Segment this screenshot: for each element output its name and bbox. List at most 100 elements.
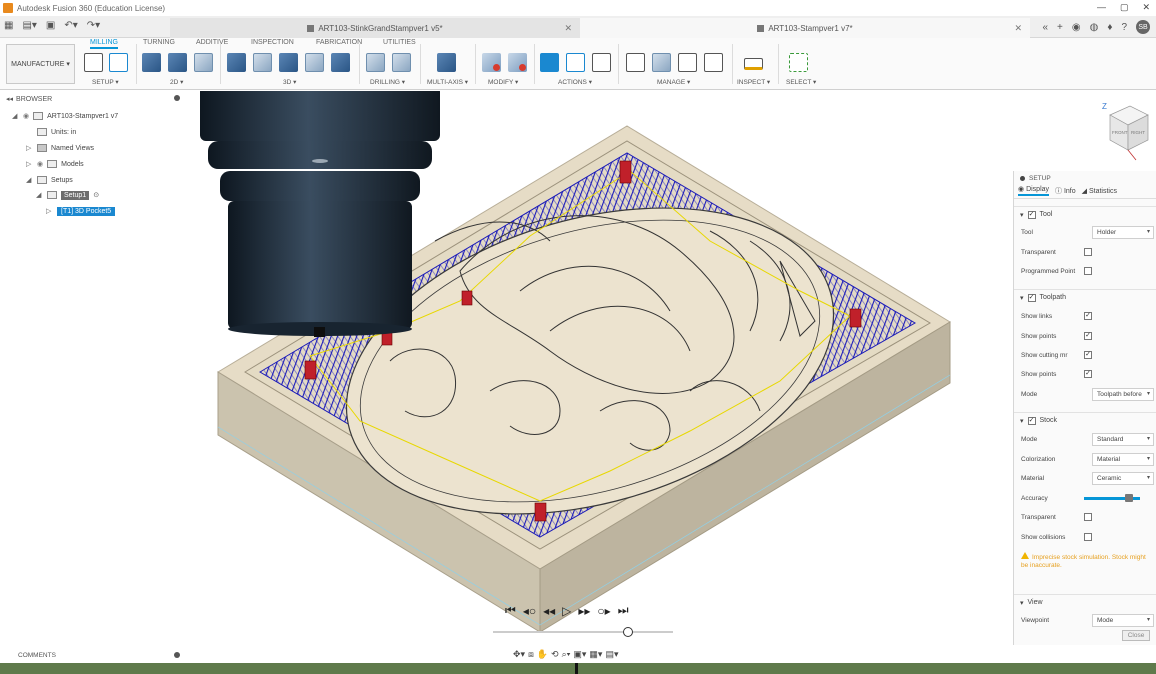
tree-setup1[interactable]: ◢ Setup1 ⊙ <box>36 188 99 202</box>
tab-additive[interactable]: ADDITIVE <box>196 39 228 46</box>
next-operation-icon[interactable]: ○▸ <box>597 604 610 618</box>
3d-pocket-icon[interactable] <box>253 53 272 72</box>
minimize-button[interactable]: — <box>1097 2 1106 13</box>
modify-toolpath-icon[interactable] <box>482 53 501 72</box>
tab-turning[interactable]: TURNING <box>143 39 175 46</box>
multi-axis-group-label[interactable]: MULTI-AXIS ▾ <box>427 78 468 86</box>
visibility-eye-icon[interactable]: ◉ <box>37 160 43 168</box>
tree-units[interactable]: Units: in <box>26 125 76 139</box>
tab-close-icon[interactable]: ✕ <box>1014 23 1022 34</box>
hole-recognition-icon[interactable] <box>392 53 411 72</box>
setup-sheet-action-icon[interactable] <box>592 53 611 72</box>
parallel-icon[interactable] <box>305 53 324 72</box>
look-at-icon[interactable]: ⧈ <box>528 649 534 660</box>
tool-section-checkbox[interactable]: ✓ <box>1027 210 1036 219</box>
steep-shallow-icon[interactable] <box>279 53 298 72</box>
collapse-icon[interactable]: ▾ <box>1020 294 1024 302</box>
scallop-icon[interactable] <box>331 53 350 72</box>
help-icon[interactable]: ? <box>1121 22 1127 33</box>
tree-setups[interactable]: ◢ Setups <box>26 173 73 187</box>
viewcube[interactable]: Z FRONT RIGHT <box>1100 100 1152 162</box>
save-icon[interactable]: ▣ <box>46 20 55 31</box>
redo-icon[interactable]: ↷▾ <box>87 20 100 31</box>
accuracy-slider-thumb[interactable] <box>1124 494 1133 502</box>
setup-sheet-icon[interactable] <box>109 53 128 72</box>
comments-bar[interactable]: COMMENTS <box>0 648 188 662</box>
setup-group-label[interactable]: SETUP ▾ <box>92 78 119 86</box>
stock-section-checkbox[interactable]: ✓ <box>1027 416 1036 425</box>
tab-overflow-icon[interactable]: « <box>1042 22 1048 33</box>
tab-utilities[interactable]: UTILITIES <box>383 39 416 46</box>
machine-library-icon[interactable] <box>652 53 671 72</box>
drilling-group-label[interactable]: DRILLING ▾ <box>370 78 405 86</box>
modify-group-label[interactable]: MODIFY ▾ <box>488 78 518 86</box>
job-status-icon[interactable]: ◍ <box>1090 22 1099 33</box>
tree-models[interactable]: ▷ ◉ Models <box>26 157 84 171</box>
fit-icon[interactable]: ⌕▾ <box>562 649 571 660</box>
expander-icon[interactable]: ◢ <box>26 176 33 184</box>
show-collisions-checkbox[interactable] <box>1084 533 1092 541</box>
actions-group-label[interactable]: ACTIONS ▾ <box>558 78 592 86</box>
expander-icon[interactable]: ◢ <box>12 112 19 120</box>
expander-icon[interactable]: ▷ <box>26 160 33 168</box>
colorization-select[interactable]: Material <box>1092 453 1154 466</box>
collapse-browser-icon[interactable]: ◂◂ <box>6 95 13 103</box>
tool-section-header[interactable]: ▾ ✓ Tool <box>1014 206 1156 222</box>
simulate-icon[interactable] <box>540 53 559 72</box>
template-library-icon[interactable] <box>678 53 697 72</box>
orbit-icon[interactable]: ✥▾ <box>513 649 525 660</box>
2d-adaptive-icon[interactable] <box>142 53 161 72</box>
3d-adaptive-icon[interactable] <box>227 53 246 72</box>
inspect-group-label[interactable]: INSPECT ▾ <box>737 78 770 86</box>
show-links-checkbox[interactable]: ✓ <box>1084 312 1092 320</box>
close-window-button[interactable]: ✕ <box>1142 2 1150 13</box>
simulation-scene[interactable] <box>190 91 1015 663</box>
tab-fabrication[interactable]: FABRICATION <box>316 39 362 46</box>
view-section-header[interactable]: ▾ View <box>1014 594 1156 610</box>
timeline-scrubber[interactable] <box>623 627 633 637</box>
post-process-icon[interactable] <box>566 53 585 72</box>
play-icon[interactable]: ▷ <box>562 604 571 618</box>
grid-settings-icon[interactable]: ▦▾ <box>589 649 602 660</box>
simulation-timeline[interactable] <box>493 631 673 633</box>
post-library-icon[interactable] <box>704 53 723 72</box>
rewind-icon[interactable]: ◂◂ <box>543 604 555 618</box>
viewpoint-select[interactable]: Mode <box>1092 614 1154 627</box>
go-to-start-icon[interactable]: ⏮ <box>505 603 516 618</box>
pan-icon[interactable]: ✋ <box>537 649 548 660</box>
tool-display-select[interactable]: Holder <box>1092 226 1154 239</box>
tree-named-views[interactable]: ▷ Named Views <box>26 141 94 155</box>
manage-group-label[interactable]: MANAGE ▾ <box>657 78 690 86</box>
display-settings-icon[interactable]: ▣▾ <box>573 649 586 660</box>
stock-section-header[interactable]: ▾ ✓ Stock <box>1014 412 1156 428</box>
expander-icon[interactable]: ◢ <box>36 191 43 199</box>
stock-transparent-checkbox[interactable] <box>1084 513 1092 521</box>
collapse-icon[interactable]: ▾ <box>1020 599 1024 607</box>
close-button[interactable]: Close <box>1122 630 1150 641</box>
tab-art103-stamp[interactable]: ART103-Stampver1 v7* ✕ <box>580 18 1030 38</box>
online-status-icon[interactable]: ◉ <box>1072 22 1081 33</box>
new-tab-icon[interactable]: + <box>1057 22 1063 33</box>
toolpath-section-checkbox[interactable]: ✓ <box>1027 293 1036 302</box>
collapse-icon[interactable]: ▾ <box>1020 211 1024 219</box>
go-to-end-icon[interactable]: ⏭ <box>618 603 629 618</box>
show-cutting-checkbox[interactable]: ✓ <box>1084 351 1092 359</box>
data-panel-grid-icon[interactable]: ▦ <box>4 20 13 31</box>
fast-forward-icon[interactable]: ▸▸ <box>578 604 590 618</box>
3d-group-label[interactable]: 3D ▾ <box>283 78 296 86</box>
show-points-checkbox[interactable]: ✓ <box>1084 332 1092 340</box>
viewports-icon[interactable]: ▤▾ <box>605 649 618 660</box>
select-icon[interactable] <box>789 53 808 72</box>
workspace-switcher[interactable]: MANUFACTURE ▾ <box>6 44 75 84</box>
material-select[interactable]: Ceramic <box>1092 472 1154 485</box>
delete-toolpath-icon[interactable] <box>508 53 527 72</box>
toolpath-section-header[interactable]: ▾ ✓ Toolpath <box>1014 289 1156 305</box>
2d-group-label[interactable]: 2D ▾ <box>170 78 183 86</box>
drill-icon[interactable] <box>366 53 385 72</box>
tab-stink-grand-stamp[interactable]: ART103-StinkGrandStampver1 v5* ✕ <box>170 18 580 38</box>
face-icon[interactable] <box>194 53 213 72</box>
notifications-icon[interactable]: ♦ <box>1107 22 1112 33</box>
3d-viewport[interactable] <box>190 91 1015 663</box>
previous-operation-icon[interactable]: ◂○ <box>523 604 536 618</box>
2d-pocket-icon[interactable] <box>168 53 187 72</box>
